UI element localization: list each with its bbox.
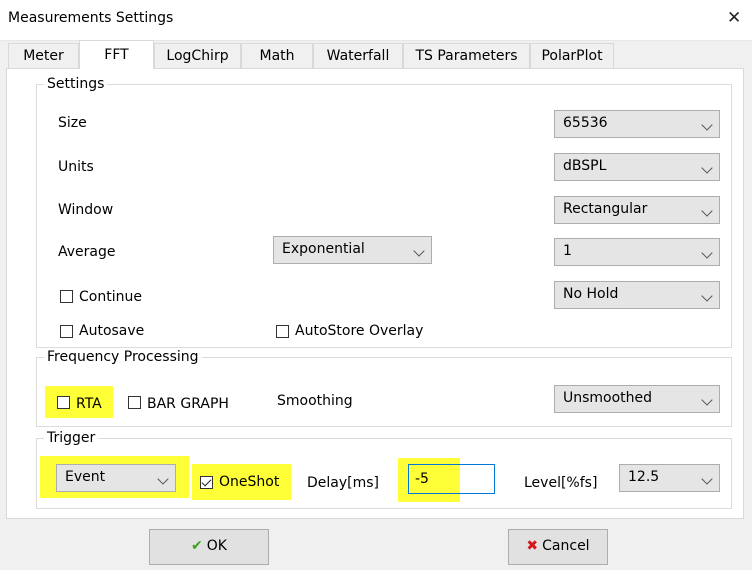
hold-dropdown[interactable]: No Hold (554, 281, 720, 309)
settings-legend: Settings (47, 76, 105, 92)
tab-label: FFT (104, 47, 129, 63)
autostore-overlay-label[interactable]: AutoStore Overlay (295, 323, 423, 339)
tab-waterfall[interactable]: Waterfall (313, 43, 403, 68)
tab-label: LogChirp (166, 48, 229, 64)
units-value: dBSPL (563, 158, 607, 174)
smoothing-dropdown[interactable]: Unsmoothed (554, 385, 720, 413)
chevron-down-icon (701, 119, 713, 131)
tab-label: PolarPlot (541, 48, 603, 64)
trigger-mode-dropdown[interactable]: Event (56, 464, 176, 492)
tab-label: Math (259, 48, 295, 64)
rta-label[interactable]: RTA (76, 396, 102, 412)
size-dropdown[interactable]: 65536 (554, 110, 720, 138)
chevron-down-icon (701, 205, 713, 217)
delay-label: Delay[ms] (307, 475, 380, 491)
autosave-label[interactable]: Autosave (79, 323, 144, 339)
tab-math[interactable]: Math (241, 43, 313, 68)
hold-value: No Hold (563, 286, 619, 302)
delay-input[interactable] (408, 464, 495, 494)
average-mode-value: Exponential (282, 241, 365, 257)
cancel-label: Cancel (542, 538, 590, 554)
size-label: Size (58, 115, 87, 131)
chevron-down-icon (701, 247, 713, 259)
chevron-down-icon (701, 162, 713, 174)
window-label: Window (58, 202, 114, 218)
x-icon: ✖ (526, 538, 539, 554)
tab-logchirp[interactable]: LogChirp (154, 43, 241, 68)
average-mode-dropdown[interactable]: Exponential (273, 236, 432, 264)
bar-graph-label[interactable]: BAR GRAPH (147, 396, 229, 412)
trigger-mode-value: Event (65, 469, 106, 485)
level-dropdown[interactable]: 12.5 (619, 464, 720, 492)
tab-meter[interactable]: Meter (8, 43, 79, 68)
units-label: Units (58, 159, 94, 175)
average-label: Average (58, 244, 116, 260)
tab-label: TS Parameters (415, 48, 518, 64)
size-value: 65536 (563, 115, 608, 131)
continue-checkbox[interactable] (60, 290, 73, 303)
bar-graph-checkbox[interactable] (128, 396, 141, 409)
tab-ts-parameters[interactable]: TS Parameters (403, 43, 530, 68)
autostore-overlay-checkbox[interactable] (276, 325, 289, 338)
chevron-down-icon (701, 290, 713, 302)
tab-label: Meter (23, 48, 64, 64)
window-value: Rectangular (563, 201, 648, 217)
chevron-down-icon (701, 473, 713, 485)
average-count-value: 1 (563, 243, 572, 259)
tab-label: Waterfall (326, 48, 390, 64)
check-icon: ✔ (191, 538, 203, 554)
ok-label: OK (206, 538, 227, 554)
chevron-down-icon (413, 245, 425, 257)
window-dropdown[interactable]: Rectangular (554, 196, 720, 224)
tab-polarplot[interactable]: PolarPlot (530, 43, 614, 68)
continue-label[interactable]: Continue (79, 289, 142, 305)
autosave-checkbox[interactable] (60, 325, 73, 338)
oneshot-label[interactable]: OneShot (219, 474, 279, 490)
level-label: Level[%fs] (524, 475, 598, 491)
cancel-button[interactable]: ✖ Cancel (508, 529, 608, 565)
close-button[interactable]: ✕ (727, 8, 741, 28)
smoothing-value: Unsmoothed (563, 390, 653, 406)
tab-fft[interactable]: FFT (79, 40, 154, 69)
chevron-down-icon (157, 473, 169, 485)
average-count-dropdown[interactable]: 1 (554, 238, 720, 266)
rta-checkbox[interactable] (57, 396, 70, 409)
window-title: Measurements Settings (8, 10, 174, 26)
level-value: 12.5 (628, 469, 660, 485)
units-dropdown[interactable]: dBSPL (554, 153, 720, 181)
oneshot-checkbox[interactable] (200, 476, 213, 489)
ok-button[interactable]: ✔ OK (149, 529, 269, 565)
trigger-legend: Trigger (47, 430, 96, 446)
chevron-down-icon (701, 394, 713, 406)
smoothing-label: Smoothing (277, 393, 353, 409)
frequency-processing-legend: Frequency Processing (47, 349, 199, 365)
